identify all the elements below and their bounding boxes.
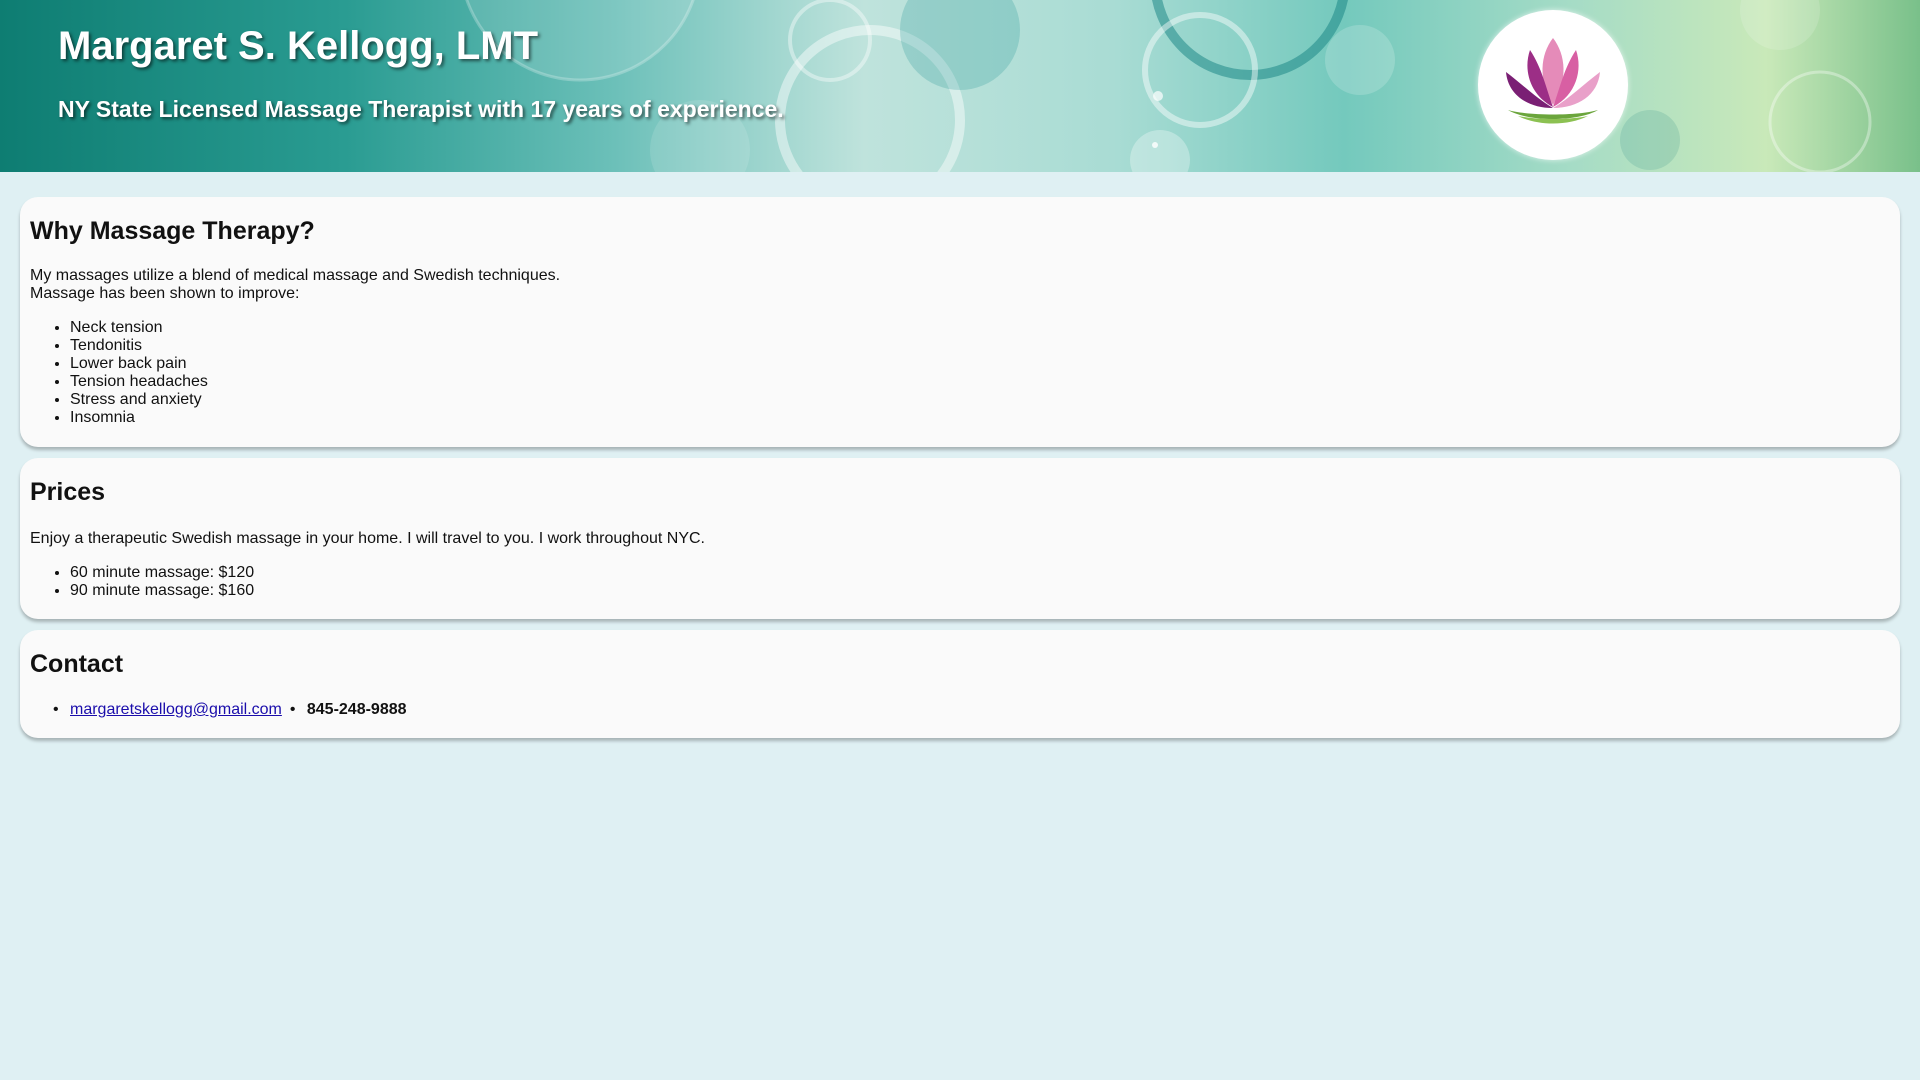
why-intro-line-1: My massages utilize a blend of medical m… bbox=[30, 267, 561, 284]
list-item: Neck tension bbox=[70, 319, 208, 337]
prices-intro: Enjoy a therapeutic Swedish massage in y… bbox=[30, 530, 705, 547]
list-item: Stress and anxiety bbox=[70, 391, 208, 409]
site-title: Margaret S. Kellogg, LMT bbox=[58, 24, 539, 68]
lotus-logo bbox=[1478, 10, 1628, 160]
why-massage-section: Why Massage Therapy? My massages utilize… bbox=[20, 197, 1900, 447]
contact-phone-item: 845-248-9888 bbox=[290, 701, 407, 719]
prices-list: 60 minute massage: $120 90 minute massag… bbox=[30, 564, 254, 600]
section-heading-prices: Prices bbox=[30, 478, 106, 506]
section-heading-contact: Contact bbox=[30, 650, 124, 678]
list-item: Tendonitis bbox=[70, 337, 208, 355]
contact-email-item: margaretskellogg@gmail.com bbox=[53, 701, 282, 719]
list-item: 90 minute massage: $160 bbox=[70, 582, 254, 600]
why-intro-line-2: Massage has been shown to improve: bbox=[30, 285, 300, 302]
contact-section: Contact margaretskellogg@gmail.com 845-2… bbox=[20, 630, 1900, 738]
phone-number: 845-248-9888 bbox=[306, 701, 407, 718]
email-link[interactable]: margaretskellogg@gmail.com bbox=[70, 701, 282, 718]
why-intro: My massages utilize a blend of medical m… bbox=[30, 267, 560, 303]
contact-list: margaretskellogg@gmail.com 845-248-9888 bbox=[30, 701, 432, 719]
list-item: Lower back pain bbox=[70, 355, 208, 373]
list-item: Tension headaches bbox=[70, 373, 208, 391]
benefits-list: Neck tension Tendonitis Lower back pain … bbox=[30, 319, 208, 427]
site-subtitle: NY State Licensed Massage Therapist with… bbox=[58, 96, 784, 122]
lotus-icon bbox=[1506, 38, 1600, 124]
list-item: Insomnia bbox=[70, 409, 208, 427]
list-item: 60 minute massage: $120 bbox=[70, 564, 254, 582]
prices-section: Prices Enjoy a therapeutic Swedish massa… bbox=[20, 458, 1900, 619]
page-header: Margaret S. Kellogg, LMT NY State Licens… bbox=[0, 0, 1920, 172]
section-heading-why: Why Massage Therapy? bbox=[30, 217, 315, 245]
